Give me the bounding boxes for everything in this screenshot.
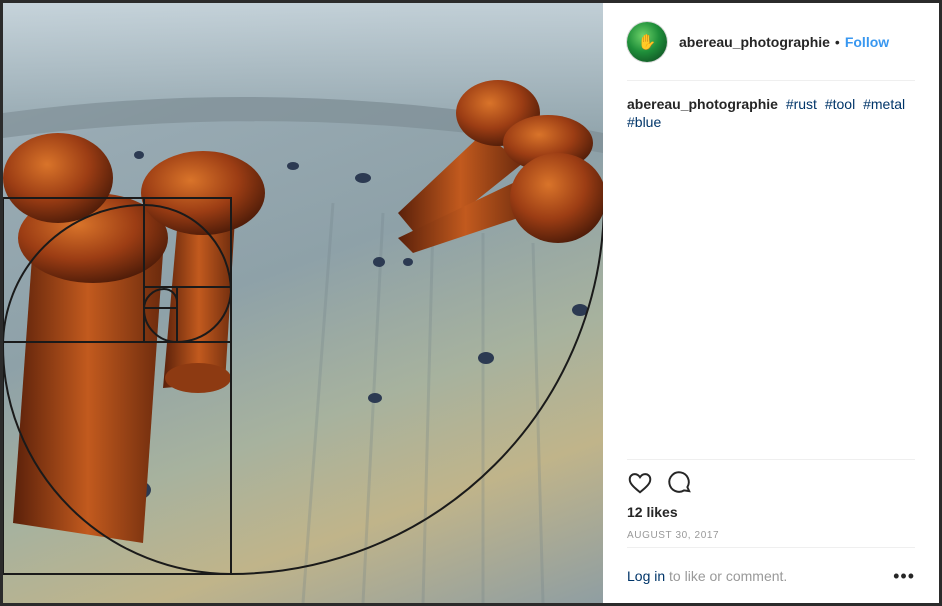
header-separator: •	[834, 33, 840, 50]
likes-count[interactable]: 12 likes	[627, 504, 915, 520]
comment-icon[interactable]	[667, 470, 693, 496]
more-options-icon[interactable]: •••	[893, 566, 915, 587]
follow-button[interactable]: Follow	[845, 34, 889, 50]
avatar[interactable]: ✋	[627, 21, 667, 62]
post-side-panel: ✋ abereau_photographie • Follow abereau_…	[603, 3, 939, 603]
hashtag-rust[interactable]: #rust	[786, 96, 817, 112]
hashtag-metal[interactable]: #metal	[863, 96, 905, 112]
photo-illustration	[3, 3, 603, 603]
post-date: AUGUST 30, 2017	[627, 530, 720, 541]
post-photo[interactable]	[3, 3, 603, 603]
post-actions: 12 likes AUGUST 30, 2017	[627, 459, 915, 541]
avatar-image: ✋	[637, 33, 657, 51]
post-caption: abereau_photographie #rust #tool #metal …	[627, 95, 915, 131]
post-header: ✋ abereau_photographie • Follow	[627, 3, 915, 81]
login-prompt: Log in to like or comment.	[627, 568, 787, 584]
action-icons	[627, 470, 915, 496]
post-dialog: ✋ abereau_photographie • Follow abereau_…	[3, 3, 939, 603]
heart-icon[interactable]	[627, 470, 653, 496]
login-prompt-text: to like or comment.	[665, 568, 788, 584]
hashtag-tool[interactable]: #tool	[825, 96, 855, 112]
header-username[interactable]: abereau_photographie	[679, 34, 830, 50]
login-link[interactable]: Log in	[627, 568, 665, 584]
hashtag-blue[interactable]: #blue	[627, 114, 661, 130]
caption-username[interactable]: abereau_photographie	[627, 96, 778, 112]
post-footer: Log in to like or comment. •••	[627, 547, 915, 604]
